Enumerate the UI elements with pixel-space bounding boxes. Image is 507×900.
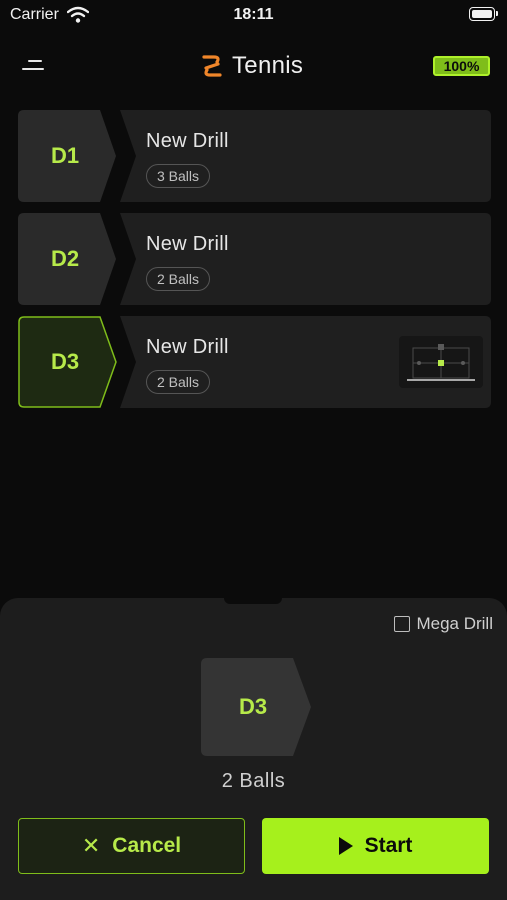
tennis-logo-icon bbox=[202, 55, 222, 77]
drill-item-d1[interactable]: D1 New Drill 3 Balls bbox=[18, 110, 491, 202]
mega-drill-label: Mega Drill bbox=[416, 614, 493, 633]
mega-drill-checkbox[interactable] bbox=[394, 616, 411, 632]
page-title: Tennis bbox=[232, 52, 304, 79]
status-time: 18:11 bbox=[233, 6, 274, 23]
drill-item-d3[interactable]: D3 New Drill 2 Balls bbox=[18, 316, 491, 408]
start-button-label: Start bbox=[364, 834, 413, 857]
drill-tag-label: D3 bbox=[50, 349, 80, 374]
mega-drill-toggle[interactable]: Mega Drill bbox=[394, 614, 493, 634]
ball-count-badge: 2 Balls bbox=[146, 267, 211, 291]
start-button[interactable]: Start bbox=[262, 818, 489, 874]
court-preview-icon bbox=[399, 336, 483, 388]
ball-count-badge: 2 Balls bbox=[146, 370, 211, 394]
status-bar: Carrier 18:11 bbox=[0, 0, 507, 32]
selected-drill-tag: D3 bbox=[201, 658, 313, 756]
menu-icon[interactable] bbox=[22, 56, 46, 76]
close-icon: ✕ bbox=[81, 833, 101, 858]
device-battery-badge: 100% bbox=[433, 56, 490, 76]
ball-count-badge: 3 Balls bbox=[146, 164, 211, 188]
battery-icon bbox=[469, 7, 498, 21]
app-brand: Tennis bbox=[200, 50, 303, 82]
drill-card-bg bbox=[120, 110, 491, 202]
drill-title: New Drill bbox=[146, 336, 229, 358]
selected-ball-count: 2 Balls bbox=[221, 770, 286, 792]
cancel-button-label: Cancel bbox=[112, 834, 182, 857]
drill-item-d2[interactable]: D2 New Drill 2 Balls bbox=[18, 213, 491, 305]
selected-drill-tag-label: D3 bbox=[238, 694, 268, 719]
play-icon bbox=[338, 837, 353, 855]
nav-bar: Tennis bbox=[0, 44, 507, 88]
drill-title: New Drill bbox=[146, 130, 229, 152]
drill-title: New Drill bbox=[146, 233, 229, 255]
cancel-button[interactable]: ✕ Cancel bbox=[18, 818, 245, 874]
sheet-grabber[interactable] bbox=[224, 598, 282, 604]
drill-tag-label: D1 bbox=[50, 143, 80, 168]
drill-card-bg bbox=[120, 213, 491, 305]
drill-tag-label: D2 bbox=[50, 246, 80, 271]
